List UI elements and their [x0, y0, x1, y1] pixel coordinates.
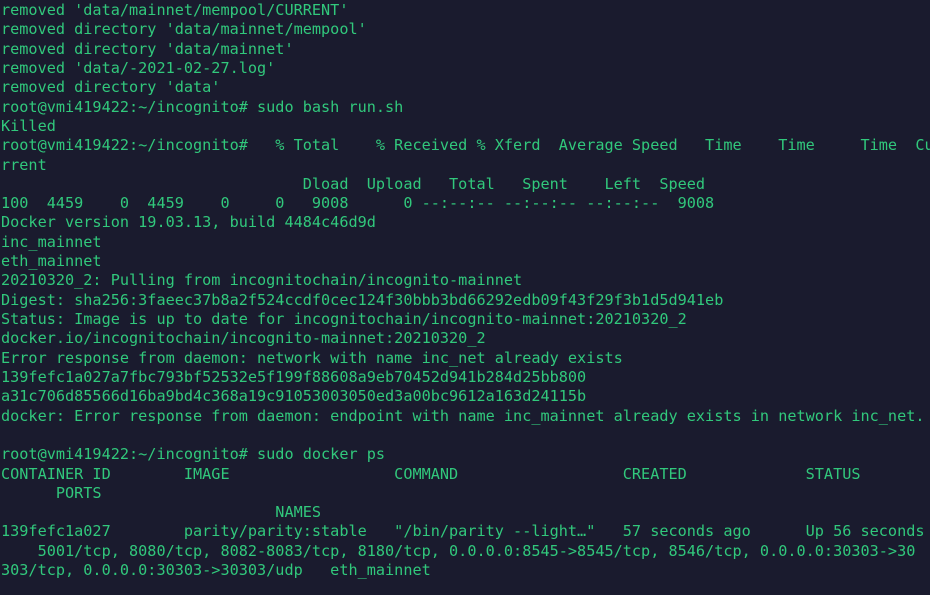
terminal-line: 303/tcp, 0.0.0.0:30303->30303/udp eth_ma…: [1, 561, 431, 580]
terminal-line: eth_mainnet: [1, 252, 102, 271]
terminal-line: 139fefc1a027 parity/parity:stable "/bin/…: [1, 522, 925, 541]
terminal-line: removed directory 'data/mainnet': [1, 39, 294, 58]
terminal-line: docker: Error response from daemon: endp…: [1, 406, 925, 425]
terminal-line: root@vmi419422:~/incognito# sudo bash ru…: [1, 97, 404, 116]
terminal-line: CONTAINER ID IMAGE COMMAND CREATED STATU…: [1, 464, 861, 483]
terminal-line: docker.io/incognitochain/incognito-mainn…: [1, 329, 486, 348]
terminal-line: 100 4459 0 4459 0 0 9008 0 --:--:-- --:-…: [1, 194, 715, 213]
terminal-line: Status: Image is up to date for incognit…: [1, 310, 687, 328]
terminal-line: Error response from daemon: network with…: [1, 348, 623, 367]
terminal-line: NAMES: [1, 503, 322, 522]
terminal-output: removed 'data/mainnet/mempool/CURRENT' re…: [1, 1, 930, 580]
terminal-line: removed 'data/-2021-02-27.log': [1, 58, 276, 77]
terminal-window[interactable]: removed 'data/mainnet/mempool/CURRENT' re…: [0, 0, 930, 595]
terminal-line: removed 'data/mainnet/mempool/CURRENT': [1, 1, 349, 19]
terminal-line: rrent: [1, 155, 47, 174]
terminal-line: 20210320_2: Pulling from incognitochain/…: [1, 271, 523, 290]
terminal-line: Docker version 19.03.13, build 4484c46d9…: [1, 213, 376, 232]
terminal-line: a31c706d85566d16ba9bd4c368a19c9105300305…: [1, 387, 587, 406]
terminal-line: removed directory 'data/mainnet/mempool': [1, 20, 367, 39]
terminal-line: root@vmi419422:~/incognito# sudo docker …: [1, 445, 386, 464]
terminal-line: removed directory 'data': [1, 78, 221, 97]
terminal-line: 139fefc1a027a7fbc793bf52532e5f199f88608a…: [1, 367, 587, 386]
terminal-line: Killed: [1, 116, 56, 135]
terminal-line: PORTS: [1, 483, 102, 502]
terminal-line: 5001/tcp, 8080/tcp, 8082-8083/tcp, 8180/…: [1, 541, 916, 560]
terminal-line: root@vmi419422:~/incognito# % Total % Re…: [1, 136, 930, 155]
terminal-line: Digest: sha256:3faeec37b8a2f524ccdf0cec1…: [1, 290, 724, 309]
terminal-line: inc_mainnet: [1, 232, 102, 251]
terminal-prompt-line: root@vmi419422:~/incognito#: [1, 580, 930, 595]
terminal-line: Dload Upload Total Spent Left Speed: [1, 174, 706, 193]
